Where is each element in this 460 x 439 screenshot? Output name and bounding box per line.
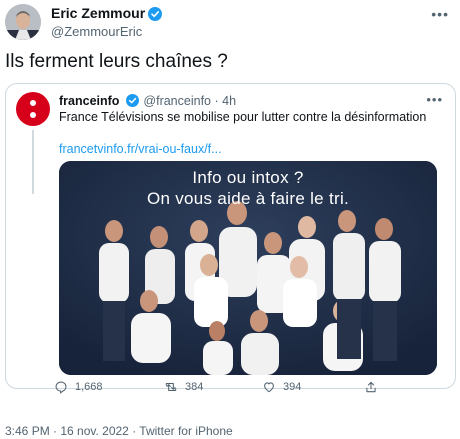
quoted-text: France Télévisions se mobilise pour lutt…	[59, 110, 427, 124]
quoted-name[interactable]: franceinfo	[59, 94, 119, 108]
verified-badge-icon	[125, 94, 140, 108]
tweet-author: Eric Zemmour @ZemmourEric •••	[5, 4, 455, 40]
share-icon	[366, 381, 376, 393]
quoted-avatar[interactable]	[16, 92, 50, 126]
retweet-icon	[165, 382, 177, 392]
image-headline: Info ou intox ? On vous aide à faire le …	[146, 168, 350, 208]
retweet-button[interactable]: 384	[164, 380, 203, 394]
retweet-count: 384	[185, 381, 204, 393]
tweet-timestamp[interactable]: 3:46 PM · 16 nov. 2022 · Twitter for iPh…	[5, 424, 233, 438]
thread-line	[32, 130, 34, 194]
quoted-time[interactable]: · 4h	[214, 94, 236, 108]
quoted-more-icon[interactable]: •••	[426, 92, 443, 107]
share-button[interactable]	[364, 380, 378, 394]
reply-icon	[55, 381, 67, 394]
quoted-handle[interactable]: @franceinfo	[143, 94, 211, 108]
author-avatar[interactable]	[5, 4, 41, 40]
more-icon[interactable]: •••	[431, 6, 449, 22]
tweet-actions: 1,668 384 394	[54, 380, 394, 400]
reply-count: 1,668	[75, 381, 103, 393]
author-name[interactable]: Eric Zemmour	[51, 5, 163, 22]
verified-badge-icon	[148, 6, 163, 21]
like-icon	[264, 382, 274, 393]
quoted-link[interactable]: francetvinfo.fr/vrai-ou-faux/f...	[59, 141, 222, 157]
like-button[interactable]: 394	[262, 380, 301, 394]
like-count: 394	[283, 381, 302, 393]
tweet-text: Ils ferment leurs chaînes ?	[5, 51, 228, 72]
quoted-header: franceinfo @franceinfo · 4h	[59, 93, 236, 109]
quoted-tweet[interactable]: franceinfo @franceinfo · 4h ••• France T…	[5, 83, 456, 389]
author-handle[interactable]: @ZemmourEric	[51, 23, 162, 40]
reply-button[interactable]: 1,668	[54, 380, 103, 394]
quoted-image[interactable]: Info ou intox ? On vous aide à faire le …	[59, 161, 437, 375]
